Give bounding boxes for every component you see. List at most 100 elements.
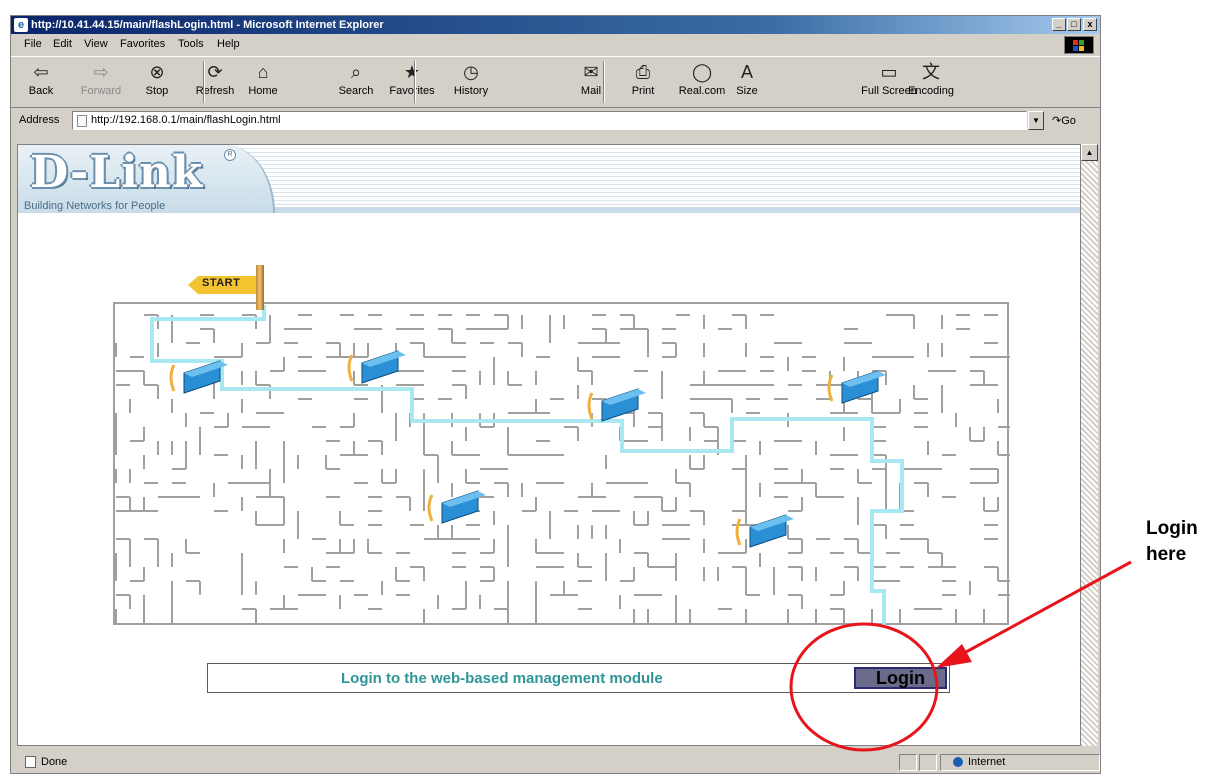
start-label: START xyxy=(202,277,241,289)
encoding-icon: 文 xyxy=(922,62,940,82)
annotation-line-1: Login xyxy=(1146,518,1198,539)
mail-icon: ✉ xyxy=(583,62,599,82)
toolbar-print-button[interactable]: ⎙ Print xyxy=(621,59,665,105)
toolbar-size-button[interactable]: A Size xyxy=(725,59,769,105)
menu-view[interactable]: View xyxy=(84,38,108,50)
status-zone-pane xyxy=(940,754,1100,771)
registered-mark: R xyxy=(224,149,236,161)
router-icon xyxy=(427,490,486,524)
toolbar-separator xyxy=(603,61,605,103)
status-pane-2 xyxy=(919,754,937,771)
refresh-icon: ⟳ xyxy=(207,62,223,82)
toolbar-separator xyxy=(203,61,205,103)
menu-favorites[interactable]: Favorites xyxy=(120,38,165,50)
stop-icon: ⊗ xyxy=(149,62,165,82)
status-pane-1 xyxy=(899,754,917,771)
toolbar-button-label: Encoding xyxy=(908,85,954,97)
forward-arrow-icon: ⇨ xyxy=(93,62,109,82)
network-maze-graphic xyxy=(113,302,1010,626)
login-bar: Login to the web-based management module… xyxy=(207,663,950,693)
toolbar-button-label: Size xyxy=(736,85,758,97)
router-icons xyxy=(169,350,886,548)
toolbar-button-label: Real.com xyxy=(678,85,726,97)
solution-path-line xyxy=(150,305,904,626)
menu-bar: File Edit View Favorites Tools Help xyxy=(11,35,1100,55)
go-button[interactable]: ↷Go xyxy=(1052,114,1076,127)
favorites-icon: ★ xyxy=(403,62,421,82)
close-button[interactable]: x xyxy=(1083,18,1097,31)
minimize-button[interactable]: _ xyxy=(1052,18,1066,31)
vertical-scrollbar[interactable]: ▲ xyxy=(1081,144,1098,746)
toolbar-favorites-button[interactable]: ★ Favorites xyxy=(384,59,440,105)
home-icon: ⌂ xyxy=(257,62,269,82)
security-zone: Internet xyxy=(968,756,1006,768)
status-bar: Done Internet xyxy=(11,752,1100,773)
globe-icon xyxy=(953,757,963,767)
toolbar-button-label: Print xyxy=(631,85,655,97)
window-title: http://10.41.44.15/main/flashLogin.html … xyxy=(31,19,384,31)
status-text: Done xyxy=(41,756,68,768)
toolbar-refresh-button[interactable]: ⟳ Refresh xyxy=(187,59,243,105)
address-label: Address xyxy=(19,114,60,126)
toolbar-encoding-button[interactable]: 文 Encoding xyxy=(903,59,959,105)
router-icon xyxy=(347,350,406,384)
login-button[interactable]: Login xyxy=(854,667,947,689)
toolbar-button-label: History xyxy=(453,85,489,97)
address-dropdown-button[interactable]: ▼ xyxy=(1028,111,1044,130)
menu-file[interactable]: File xyxy=(24,38,42,50)
toolbar-back-button[interactable]: ⇦ Back xyxy=(19,59,63,105)
scroll-up-button[interactable]: ▲ xyxy=(1081,144,1098,161)
toolbar-button-label: Back xyxy=(28,85,54,97)
toolbar-real-com-button[interactable]: ◯ Real.com xyxy=(675,59,729,105)
real-com-icon: ◯ xyxy=(692,62,713,82)
history-icon: ◷ xyxy=(463,62,479,82)
start-signpost: START xyxy=(188,273,256,299)
toolbar-home-button[interactable]: ⌂ Home xyxy=(241,59,285,105)
toolbar-forward-button[interactable]: ⇨ Forward xyxy=(73,59,129,105)
toolbar-button-label: Search xyxy=(338,85,374,97)
menu-help[interactable]: Help xyxy=(217,38,240,50)
full-screen-icon: ▭ xyxy=(880,62,898,82)
toolbar-separator xyxy=(414,61,416,103)
toolbar-button-label: Stop xyxy=(145,85,169,97)
toolbar-button-label: Favorites xyxy=(389,85,435,97)
title-bar[interactable]: e http://10.41.44.15/main/flashLogin.htm… xyxy=(11,16,1100,34)
status-page-icon xyxy=(25,756,36,768)
restore-button[interactable]: □ xyxy=(1067,18,1081,31)
menu-tools[interactable]: Tools xyxy=(178,38,204,50)
toolbar-stop-button[interactable]: ⊗ Stop xyxy=(135,59,179,105)
windows-logo-icon xyxy=(1064,36,1094,54)
login-prompt: Login to the web-based management module xyxy=(341,670,663,687)
search-icon: ⌕ xyxy=(350,62,362,82)
page-content: D-Link R Building Networks for People ST… xyxy=(17,144,1081,746)
toolbar-search-button[interactable]: ⌕ Search xyxy=(331,59,381,105)
dlink-logo: D-Link R Building Networks for People xyxy=(18,145,275,213)
menu-edit[interactable]: Edit xyxy=(53,38,72,50)
page-icon xyxy=(77,115,87,127)
toolbar-button-label: Mail xyxy=(580,85,602,97)
toolbar-button-label: Refresh xyxy=(195,85,235,97)
text-size-icon: A xyxy=(740,62,753,82)
address-url: http://192.168.0.1/main/flashLogin.html xyxy=(91,114,281,126)
signpost-pole xyxy=(256,265,264,310)
toolbar-mail-button[interactable]: ✉ Mail xyxy=(569,59,613,105)
maze-walls xyxy=(113,302,1010,625)
annotation-label: Login here xyxy=(1146,516,1198,568)
print-icon: ⎙ xyxy=(635,62,651,82)
maze-solution-path xyxy=(150,305,904,626)
address-input[interactable]: http://192.168.0.1/main/flashLogin.html xyxy=(72,111,1027,130)
router-icon xyxy=(587,388,646,422)
go-label: Go xyxy=(1061,115,1076,127)
ie-logo-icon: e xyxy=(14,18,28,32)
address-bar: Address http://192.168.0.1/main/flashLog… xyxy=(11,109,1100,133)
annotation-line-2: here xyxy=(1146,544,1187,565)
logo-wordmark: D-Link xyxy=(30,147,204,198)
toolbar-button-label: Forward xyxy=(80,85,122,97)
toolbar-button-label: Home xyxy=(248,85,278,97)
logo-tagline: Building Networks for People xyxy=(24,200,166,212)
back-arrow-icon: ⇦ xyxy=(33,62,49,82)
go-arrow-icon: ↷ xyxy=(1052,115,1062,127)
router-icon xyxy=(169,360,228,394)
toolbar-history-button[interactable]: ◷ History xyxy=(444,59,498,105)
standard-toolbar: ⇦ Back ⇨ Forward ⊗ Stop ⟳ Refresh ⌂ Home ⌕ Search ★ F… xyxy=(11,56,1100,108)
